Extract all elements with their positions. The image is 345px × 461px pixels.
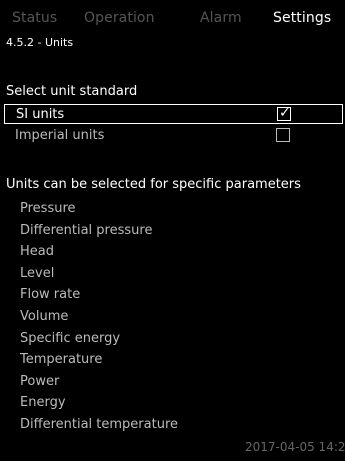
si-units-option[interactable]: SI units ✓ — [4, 104, 343, 124]
unit-standard-title: Select unit standard — [6, 84, 138, 99]
checkmark-icon: ✓ — [279, 105, 291, 121]
param-differential-temperature[interactable]: Differential temperature — [20, 414, 178, 436]
si-units-label: SI units — [16, 107, 65, 122]
param-specific-energy[interactable]: Specific energy — [20, 328, 178, 350]
si-units-checkbox[interactable]: ✓ — [277, 105, 291, 121]
imperial-units-checkbox[interactable] — [276, 128, 290, 142]
param-head[interactable]: Head — [20, 241, 178, 263]
imperial-units-option[interactable]: Imperial units — [4, 126, 343, 146]
timestamp: 2017-04-05 14:23 — [245, 440, 345, 454]
param-pressure[interactable]: Pressure — [20, 198, 178, 220]
param-temperature[interactable]: Temperature — [20, 349, 178, 371]
tab-operation[interactable]: Operation — [84, 10, 155, 26]
parameters-title: Units can be selected for specific param… — [6, 177, 301, 192]
tab-settings[interactable]: Settings — [273, 10, 331, 26]
param-energy[interactable]: Energy — [20, 392, 178, 414]
param-power[interactable]: Power — [20, 371, 178, 393]
param-differential-pressure[interactable]: Differential pressure — [20, 220, 178, 242]
imperial-units-label: Imperial units — [15, 128, 105, 143]
tab-status[interactable]: Status — [12, 10, 57, 26]
parameter-list: Pressure Differential pressure Head Leve… — [20, 198, 178, 436]
param-volume[interactable]: Volume — [20, 306, 178, 328]
param-level[interactable]: Level — [20, 263, 178, 285]
breadcrumb: 4.5.2 - Units — [6, 36, 74, 49]
param-flow-rate[interactable]: Flow rate — [20, 284, 178, 306]
tab-alarm[interactable]: Alarm — [200, 10, 242, 26]
